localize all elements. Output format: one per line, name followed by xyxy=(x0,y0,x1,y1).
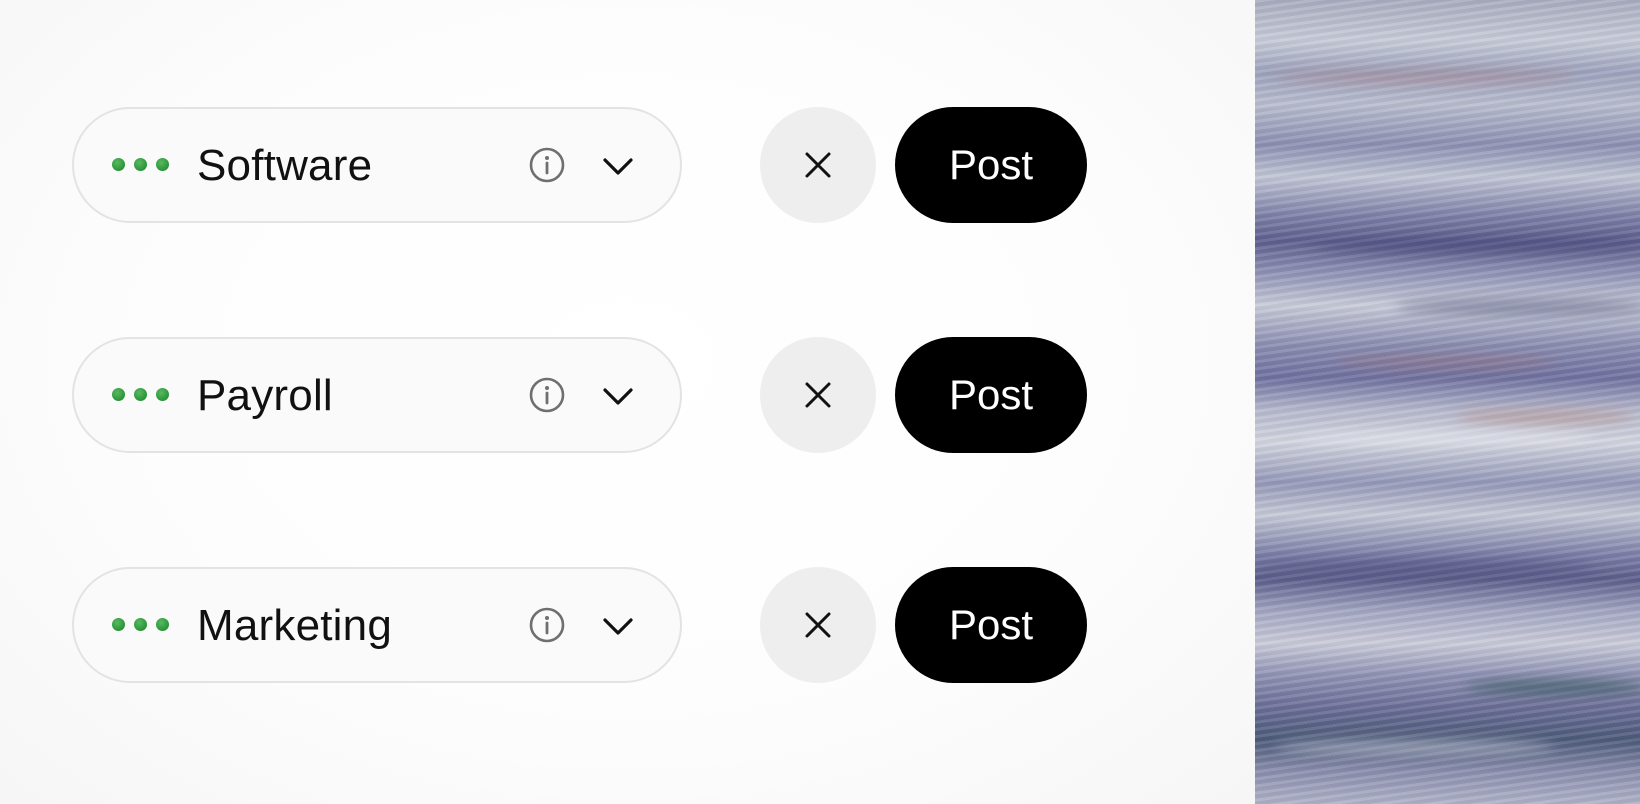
post-button[interactable]: Post xyxy=(895,567,1087,683)
photo-streak xyxy=(1255,560,1595,574)
status-dot xyxy=(112,158,125,171)
photo-streak xyxy=(1335,355,1555,369)
water-photo xyxy=(1255,0,1640,804)
status-dot xyxy=(156,618,169,631)
status-dot xyxy=(112,388,125,401)
photo-streak xyxy=(1295,430,1595,444)
close-icon xyxy=(805,382,831,408)
photo-streak xyxy=(1395,300,1640,314)
photo-streak xyxy=(1315,240,1640,254)
status-dot xyxy=(134,388,147,401)
info-icon[interactable] xyxy=(528,606,566,644)
close-icon xyxy=(805,612,831,638)
post-button[interactable]: Post xyxy=(895,107,1087,223)
photo-streak xyxy=(1455,410,1635,424)
chevron-down-icon[interactable] xyxy=(601,151,635,181)
category-row: Software Post xyxy=(72,107,1092,223)
category-row: Marketing Post xyxy=(72,567,1092,683)
category-post-panel: Software Post Payroll Post Marketing Pos… xyxy=(0,0,1255,804)
photo-streak xyxy=(1275,70,1575,84)
category-select[interactable]: Payroll xyxy=(72,337,682,453)
clear-button[interactable] xyxy=(760,107,876,223)
status-dot xyxy=(156,388,169,401)
photo-streak xyxy=(1465,680,1640,694)
info-icon[interactable] xyxy=(528,376,566,414)
photo-streak xyxy=(1275,740,1555,754)
status-dots-icon xyxy=(112,388,169,401)
status-dot xyxy=(156,158,169,171)
status-dot xyxy=(112,618,125,631)
close-icon xyxy=(805,152,831,178)
category-select[interactable]: Software xyxy=(72,107,682,223)
category-label: Software xyxy=(197,141,373,190)
category-select[interactable]: Marketing xyxy=(72,567,682,683)
post-button[interactable]: Post xyxy=(895,337,1087,453)
category-label: Marketing xyxy=(197,601,392,650)
category-label: Payroll xyxy=(197,371,333,420)
status-dot xyxy=(134,158,147,171)
page: Software Post Payroll Post Marketing Pos… xyxy=(0,0,1640,804)
category-row: Payroll Post xyxy=(72,337,1092,453)
status-dot xyxy=(134,618,147,631)
clear-button[interactable] xyxy=(760,337,876,453)
status-dots-icon xyxy=(112,618,169,631)
chevron-down-icon[interactable] xyxy=(601,381,635,411)
info-icon[interactable] xyxy=(528,146,566,184)
chevron-down-icon[interactable] xyxy=(601,611,635,641)
clear-button[interactable] xyxy=(760,567,876,683)
status-dots-icon xyxy=(112,158,169,171)
